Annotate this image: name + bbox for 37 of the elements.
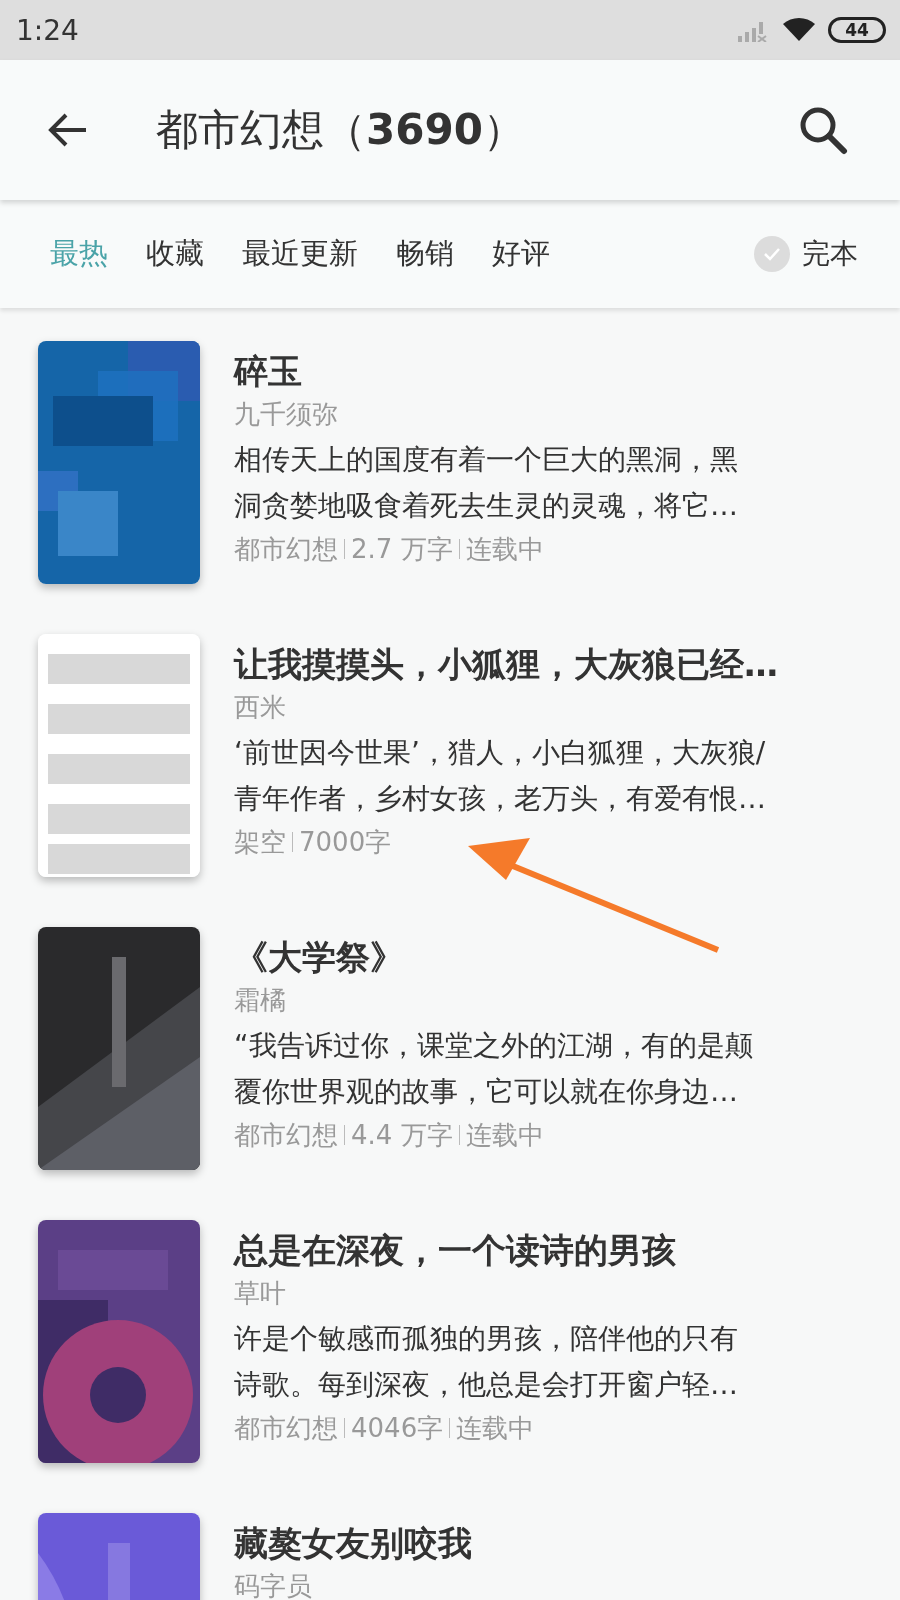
- book-meta: 7000字: [299, 826, 392, 859]
- book-author: 码字员: [234, 1570, 313, 1600]
- book-meta: 都市幻想: [234, 1412, 338, 1445]
- status-time: 1:24: [16, 13, 80, 47]
- book-meta: 架空: [234, 826, 286, 859]
- page-title: 都市幻想（3690）: [156, 104, 526, 156]
- filter-tab[interactable]: 最近更新: [242, 234, 358, 274]
- wifi-icon: [782, 17, 816, 43]
- book-meta: 4.4 万字: [351, 1119, 453, 1152]
- filter-tab[interactable]: 好评: [492, 234, 550, 274]
- book-meta: 连载中: [456, 1412, 535, 1445]
- book-description: ‘前世因今世果’，猎人，小白狐狸，大灰狼/ 青年作者，乡村女孩，老万头，有爱有恨…: [234, 735, 767, 817]
- book-meta: 连载中: [465, 1119, 544, 1152]
- complete-label[interactable]: 完本: [802, 235, 858, 273]
- book-description: 相传天上的国度有着一个巨大的黑洞，黑 洞贪婪地吸食着死去生灵的灵魂，将它…: [234, 442, 739, 524]
- book-title[interactable]: 《大学祭》: [234, 933, 860, 981]
- book-author: 草叶: [234, 1277, 287, 1310]
- book-author: 九千须弥: [234, 398, 339, 431]
- book-title[interactable]: 让我摸摸头，小狐狸，大灰狼已经…: [234, 640, 860, 688]
- filter-tab[interactable]: 畅销: [396, 234, 454, 274]
- book-description: “我告诉过你，课堂之外的江湖，有的是颠 覆你世界观的故事，它可以就在你身边…: [234, 1028, 754, 1110]
- book-title[interactable]: 碎玉: [234, 347, 860, 395]
- book-description: 许是个敏感而孤独的男孩，陪伴他的只有 诗歌。每到深夜，他总是会打开窗户轻…: [234, 1321, 739, 1403]
- filter-tab[interactable]: 收藏: [146, 234, 204, 274]
- book-meta: 都市幻想: [234, 1119, 338, 1152]
- book-meta: 2.7 万字: [351, 533, 453, 566]
- book-title[interactable]: 藏獒女友别咬我: [234, 1519, 860, 1567]
- book-author: 西米: [234, 691, 287, 724]
- book-meta: 4046字: [351, 1412, 444, 1445]
- check-circle-icon[interactable]: [754, 236, 790, 272]
- search-icon[interactable]: [798, 105, 848, 155]
- book-title[interactable]: 总是在深夜，一个读诗的男孩: [234, 1226, 860, 1274]
- book-author: 霜橘: [234, 984, 287, 1017]
- book-meta: 都市幻想: [234, 533, 338, 566]
- book-meta: 连载中: [465, 533, 544, 566]
- battery-icon: 44: [828, 17, 886, 43]
- back-arrow-icon[interactable]: [48, 112, 88, 148]
